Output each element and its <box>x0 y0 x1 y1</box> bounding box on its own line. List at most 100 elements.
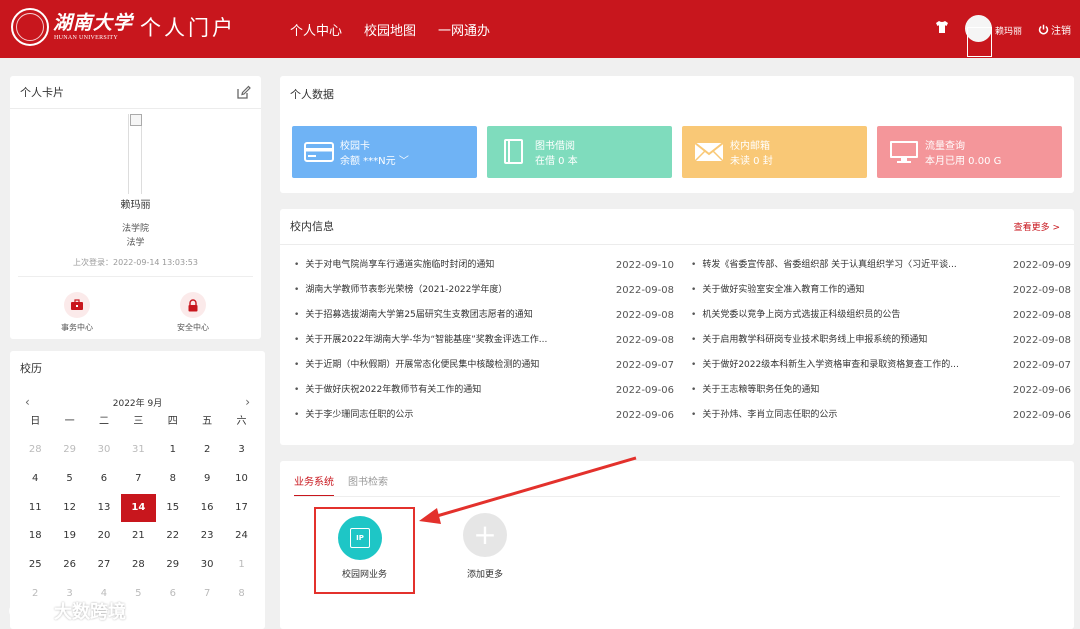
calendar-day[interactable]: 9 <box>190 465 224 494</box>
calendar-day[interactable]: 6 <box>156 580 190 609</box>
calendar-day[interactable]: 6 <box>87 465 121 494</box>
news-title[interactable]: 关于王志粮等职务任免的通知 <box>691 384 991 409</box>
calendar-day[interactable]: 28 <box>18 436 52 465</box>
tile-campus-card-name: 校园卡 <box>340 141 370 152</box>
calendar-day[interactable]: 31 <box>121 436 155 465</box>
security-center-button[interactable]: 安全中心 <box>158 292 228 333</box>
campus-network-app[interactable]: IP 校园网业务 <box>314 507 415 594</box>
calendar-day[interactable]: 8 <box>156 465 190 494</box>
news-title[interactable]: 关于做好实验室安全准入教育工作的通知 <box>691 284 991 309</box>
calendar-day[interactable]: 20 <box>87 522 121 551</box>
calendar-day[interactable]: 2 <box>190 436 224 465</box>
calendar-day[interactable]: 16 <box>190 494 224 523</box>
nav-campus-map[interactable]: 校园地图 <box>364 20 416 39</box>
tab-library-search[interactable]: 图书检索 <box>348 473 388 497</box>
tab-business-systems[interactable]: 业务系统 <box>294 473 334 497</box>
news-title[interactable]: 关于孙炜、李肖立同志任职的公示 <box>691 409 991 434</box>
monitor-icon <box>890 141 918 163</box>
news-date: 2022-09-08 <box>1012 310 1071 321</box>
calendar-day-today[interactable]: 14 <box>121 493 156 523</box>
news-item[interactable]: 关于启用教学科研岗专业技术职务线上申报系统的预通知 2022-09-08 <box>691 334 1071 359</box>
news-title[interactable]: 关于做好2022级本科新生入学资格审查和录取资格复查工作的... <box>691 359 991 384</box>
news-item[interactable]: 关于做好庆祝2022年教师节有关工作的通知 2022-09-06 <box>294 384 674 409</box>
university-seal-icon <box>11 8 49 46</box>
calendar-day[interactable]: 19 <box>52 522 86 551</box>
user-name[interactable]: 赖玛丽 <box>995 24 1022 37</box>
news-title[interactable]: 关于开展2022年湖南大学-华为“智能基座”奖教金评选工作... <box>294 334 594 359</box>
logout-button[interactable]: 注销 <box>1038 22 1071 37</box>
shirt-icon[interactable] <box>935 20 949 34</box>
tile-mailbox[interactable]: 校内邮箱 未读 0 封 <box>682 126 867 178</box>
news-title[interactable]: 关于招募选拔湖南大学第25届研究生支教团志愿者的通知 <box>294 309 594 334</box>
plus-icon[interactable]: + <box>463 513 507 557</box>
news-item[interactable]: 关于招募选拔湖南大学第25届研究生支教团志愿者的通知 2022-09-08 <box>294 309 674 334</box>
calendar-day[interactable]: 18 <box>18 522 52 551</box>
calendar-day[interactable]: 12 <box>52 494 86 523</box>
news-item[interactable]: 关于做好实验室安全准入教育工作的通知 2022-09-08 <box>691 284 1071 309</box>
personal-data-title: 个人数据 <box>290 88 334 101</box>
calendar-day[interactable]: 22 <box>156 522 190 551</box>
calendar-day[interactable]: 28 <box>121 551 155 580</box>
calendar-day[interactable]: 1 <box>156 436 190 465</box>
news-date: 2022-09-08 <box>1012 335 1071 346</box>
nav-one-stop-service[interactable]: 一网通办 <box>438 20 490 39</box>
news-list-left: 关于对电气院尚享车行通道实施临时封闭的通知 2022-09-10 湖南大学教师节表… <box>294 259 674 434</box>
calendar-day[interactable]: 29 <box>52 436 86 465</box>
news-item[interactable]: 机关党委以竞争上岗方式选拔正科级组织员的公告 2022-09-08 <box>691 309 1071 334</box>
calendar-day[interactable]: 5 <box>52 465 86 494</box>
calendar-day[interactable]: 15 <box>156 494 190 523</box>
calendar-day[interactable]: 8 <box>224 580 258 609</box>
news-title[interactable]: 机关党委以竞争上岗方式选拔正科级组织员的公告 <box>691 309 991 334</box>
news-title[interactable]: 关于启用教学科研岗专业技术职务线上申报系统的预通知 <box>691 334 991 359</box>
news-title[interactable]: 关于做好庆祝2022年教师节有关工作的通知 <box>294 384 594 409</box>
news-item[interactable]: 关于李少珊同志任职的公示 2022-09-06 <box>294 409 674 434</box>
add-more-app[interactable]: + 添加更多 <box>461 513 509 580</box>
edit-icon[interactable] <box>236 85 251 100</box>
news-item[interactable]: 关于开展2022年湖南大学-华为“智能基座”奖教金评选工作... 2022-09-… <box>294 334 674 359</box>
calendar-day[interactable]: 13 <box>87 494 121 523</box>
calendar-day[interactable]: 29 <box>156 551 190 580</box>
news-title[interactable]: 关于对电气院尚享车行通道实施临时封闭的通知 <box>294 259 594 284</box>
calendar-day[interactable]: 3 <box>224 436 258 465</box>
calendar-day[interactable]: 5 <box>121 580 155 609</box>
calendar-day[interactable]: 11 <box>18 494 52 523</box>
tile-library[interactable]: 图书借阅 在借 0 本 <box>487 126 672 178</box>
calendar-day[interactable]: 7 <box>121 465 155 494</box>
calendar-day[interactable]: 27 <box>87 551 121 580</box>
news-item[interactable]: 关于孙炜、李肖立同志任职的公示 2022-09-06 <box>691 409 1071 434</box>
news-title[interactable]: 转发《省委宣传部、省委组织部 关于认真组织学习〈习近平谈... <box>691 259 991 284</box>
watermark-logo-icon <box>9 604 47 618</box>
calendar-day[interactable]: 26 <box>52 551 86 580</box>
more-news-link[interactable]: 查看更多 > <box>1014 220 1060 233</box>
affairs-center-button[interactable]: 事务中心 <box>42 292 112 333</box>
calendar-day[interactable]: 23 <box>190 522 224 551</box>
card-user-name: 赖玛丽 <box>120 200 151 211</box>
calendar-day[interactable]: 25 <box>18 551 52 580</box>
news-item[interactable]: 关于王志粮等职务任免的通知 2022-09-06 <box>691 384 1071 409</box>
calendar-day[interactable]: 24 <box>224 522 258 551</box>
calendar-day[interactable]: 7 <box>190 580 224 609</box>
news-item[interactable]: 转发《省委宣传部、省委组织部 关于认真组织学习〈习近平谈... 2022-09-0… <box>691 259 1071 284</box>
news-title[interactable]: 关于李少珊同志任职的公示 <box>294 409 594 434</box>
news-date: 2022-09-09 <box>1012 260 1071 271</box>
watermark-text: 大数跨境 <box>54 602 126 623</box>
news-item[interactable]: 关于做好2022级本科新生入学资格审查和录取资格复查工作的... 2022-09-… <box>691 359 1071 384</box>
calendar-day[interactable]: 10 <box>224 465 258 494</box>
tile-traffic[interactable]: 流量查询 本月已用 0.00 G <box>877 126 1062 178</box>
news-item[interactable]: 湖南大学教师节表彰光荣榜（2021-2022学年度） 2022-09-08 <box>294 284 674 309</box>
calendar-day[interactable]: 30 <box>190 551 224 580</box>
tile-campus-card[interactable]: 校园卡 余额 ***N元 ﹀ <box>292 126 477 178</box>
calendar-day[interactable]: 4 <box>18 465 52 494</box>
calendar-day[interactable]: 30 <box>87 436 121 465</box>
calendar-next-icon[interactable]: › <box>245 395 250 409</box>
calendar-day[interactable]: 1 <box>224 551 258 580</box>
news-item[interactable]: 关于对电气院尚享车行通道实施临时封闭的通知 2022-09-10 <box>294 259 674 284</box>
news-date: 2022-09-08 <box>1012 285 1071 296</box>
news-title[interactable]: 湖南大学教师节表彰光荣榜（2021-2022学年度） <box>294 284 594 309</box>
news-title[interactable]: 关于近期（中秋假期）开展常态化便民集中核酸检测的通知 <box>294 359 594 384</box>
calendar-day[interactable]: 17 <box>224 494 258 523</box>
calendar-day[interactable]: 21 <box>121 522 155 551</box>
nav-personal-center[interactable]: 个人中心 <box>290 20 342 39</box>
news-item[interactable]: 关于近期（中秋假期）开展常态化便民集中核酸检测的通知 2022-09-07 <box>294 359 674 384</box>
data-tiles: 校园卡 余额 ***N元 ﹀ 图书借阅 在借 0 本 校内邮箱 未读 0 封 流… <box>292 126 1062 178</box>
